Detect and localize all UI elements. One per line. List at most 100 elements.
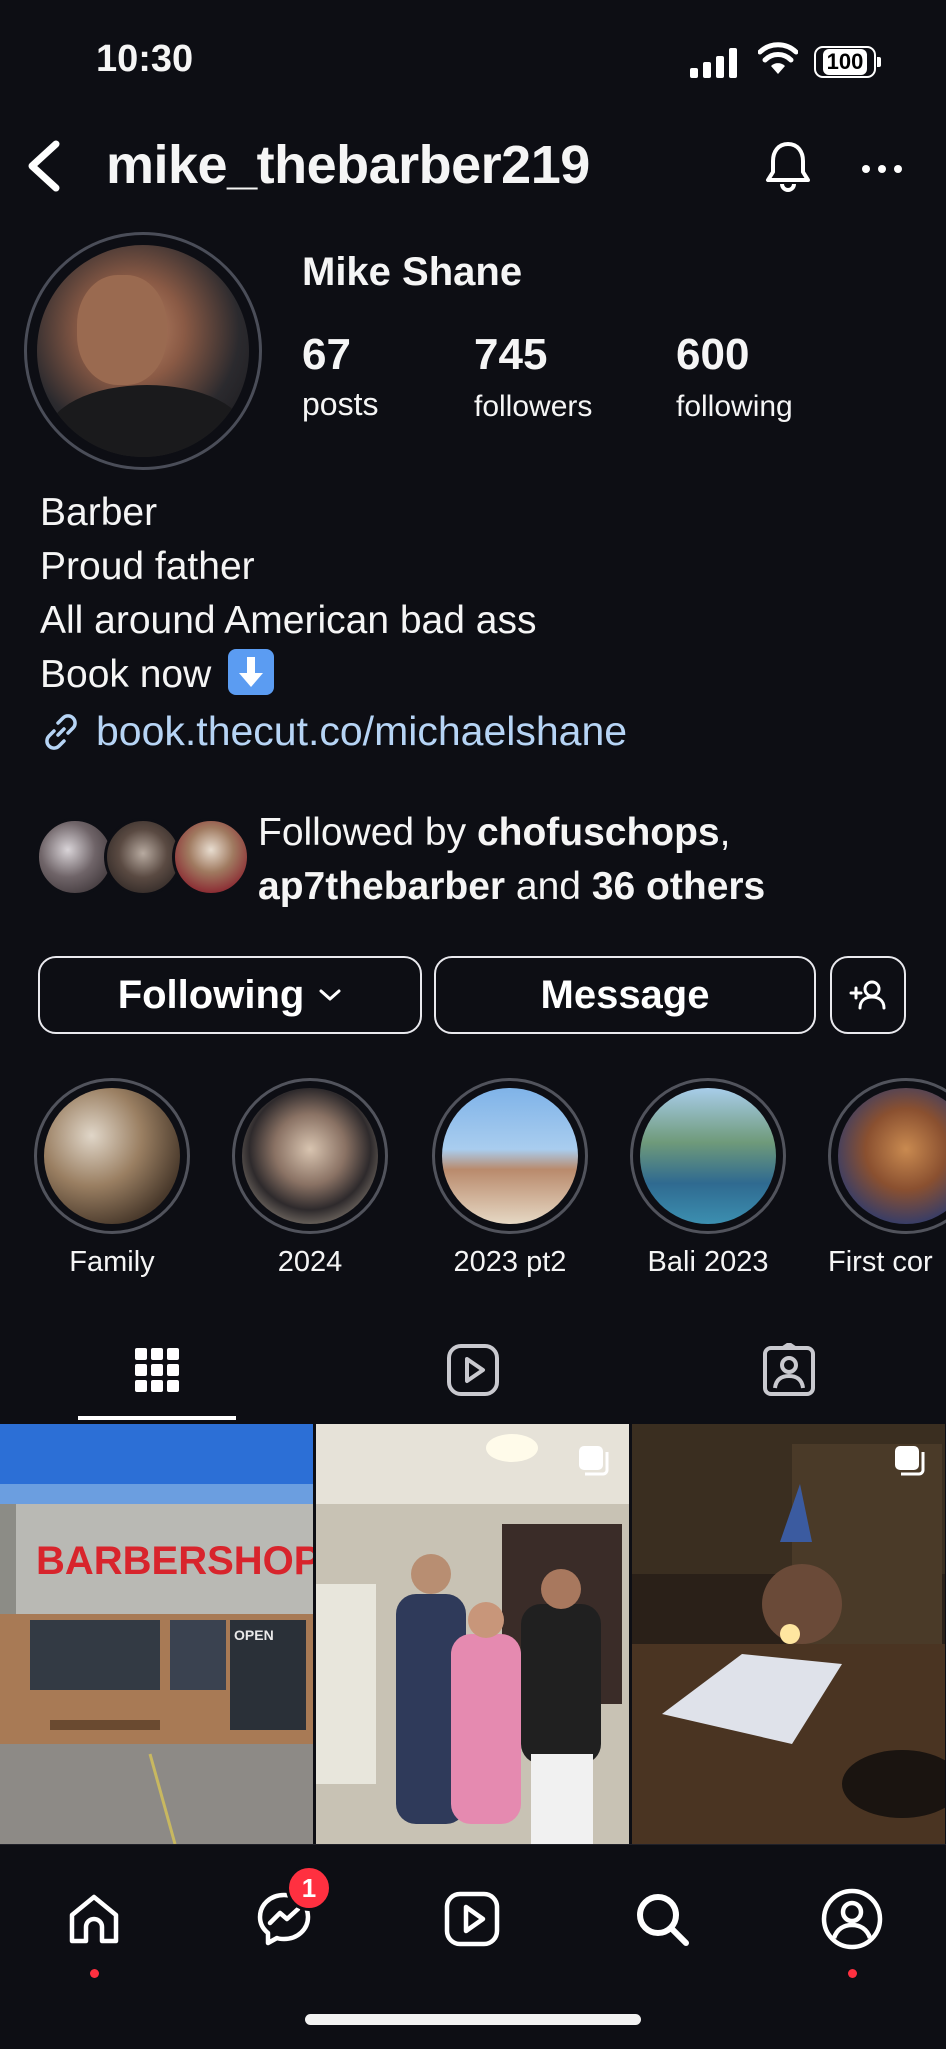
followers-stat[interactable]: 745 followers	[474, 330, 592, 424]
battery-icon: 100	[814, 46, 881, 78]
following-button[interactable]: Following	[38, 956, 422, 1034]
highlight-2023-pt2[interactable]: 2023 pt2	[432, 1078, 588, 1279]
posts-grid: BARBERSHOP OPEN	[0, 1424, 946, 1844]
profile-tabs	[0, 1320, 946, 1424]
post-thumbnail[interactable]: BARBERSHOP OPEN	[0, 1424, 313, 1844]
reels-icon	[447, 1344, 499, 1396]
highlight-label: 2023 pt2	[453, 1246, 567, 1278]
add-user-icon	[849, 980, 886, 1010]
nav-reels[interactable]	[432, 1879, 512, 1959]
followers-count: 745	[474, 330, 548, 379]
posts-stat[interactable]: 67 posts	[302, 330, 378, 423]
profile-bio: Barber Proud father All around American …	[40, 486, 536, 702]
highlight-image	[242, 1088, 378, 1224]
tab-reels[interactable]	[394, 1320, 552, 1420]
tab-posts-grid[interactable]	[78, 1320, 236, 1420]
link-icon	[45, 713, 77, 750]
bio-line: Proud father	[40, 545, 255, 588]
barbershop-photo: BARBERSHOP OPEN	[0, 1424, 313, 1844]
suggested-users-button[interactable]	[830, 956, 906, 1034]
mutual-line-2: ap7thebarber and 36 others	[258, 860, 765, 914]
profile-header: mike_thebarber219	[0, 120, 946, 220]
highlight-ring	[828, 1078, 946, 1234]
profile-notification-dot	[848, 1969, 857, 1978]
highlight-ring	[432, 1078, 588, 1234]
back-arrow-icon[interactable]	[20, 136, 70, 196]
profile-avatar-ring[interactable]	[24, 232, 262, 470]
highlight-label: Family	[69, 1246, 155, 1278]
highlight-ring	[34, 1078, 190, 1234]
bio-line: Barber	[40, 491, 158, 534]
mutual-prefix: Followed by	[258, 811, 477, 854]
birthday-cake-photo	[632, 1424, 945, 1844]
mutual-avatar	[172, 818, 250, 896]
profile-avatar	[37, 245, 249, 457]
message-button-label: Message	[540, 972, 710, 1017]
highlight-2024[interactable]: 2024	[232, 1078, 388, 1279]
post-thumbnail[interactable]	[632, 1424, 945, 1844]
profile-link[interactable]: book.thecut.co/michaelshane	[40, 708, 627, 755]
post-thumbnail[interactable]	[316, 1424, 629, 1844]
followers-label: followers	[474, 390, 593, 423]
home-icon	[69, 1894, 119, 1944]
carousel-icon	[579, 1446, 609, 1476]
highlight-image	[838, 1088, 946, 1224]
nav-search[interactable]	[622, 1879, 702, 1959]
nav-home[interactable]	[54, 1879, 134, 1959]
profile-username: mike_thebarber219	[106, 135, 590, 195]
highlight-image	[44, 1088, 180, 1224]
highlight-image	[640, 1088, 776, 1224]
highlight-bali-2023[interactable]: Bali 2023	[630, 1078, 786, 1279]
chevron-down-icon	[319, 989, 341, 1001]
wifi-icon	[758, 42, 798, 74]
more-options-icon[interactable]	[852, 144, 912, 194]
mutual-and: and	[505, 865, 592, 908]
highlight-ring	[630, 1078, 786, 1234]
mutual-followers-text[interactable]: Followed by chofuschops, ap7thebarber an…	[258, 806, 765, 914]
highlight-label: First cor	[828, 1246, 933, 1278]
home-notification-dot	[90, 1969, 99, 1978]
message-button[interactable]: Message	[434, 956, 816, 1034]
mutual-separator: ,	[719, 811, 731, 854]
highlight-image	[442, 1088, 578, 1224]
mutual-user: chofuschops	[476, 811, 720, 854]
mutual-followers-avatars[interactable]	[36, 818, 250, 900]
posts-count: 67	[302, 330, 351, 379]
nav-profile[interactable]	[812, 1879, 892, 1959]
mutual-others: 36 others	[591, 865, 766, 908]
following-label: following	[676, 390, 793, 423]
highlight-first-cor[interactable]: First cor	[828, 1078, 946, 1279]
active-tab-indicator	[78, 1416, 236, 1420]
family-photo	[316, 1424, 629, 1844]
messages-badge: 1	[286, 1865, 332, 1911]
tab-tagged[interactable]	[710, 1320, 868, 1420]
status-time: 10:30	[96, 38, 194, 80]
highlight-family[interactable]: Family	[34, 1078, 190, 1279]
following-button-label: Following	[117, 972, 305, 1017]
highlight-label: 2024	[277, 1246, 343, 1278]
profile-icon	[821, 1888, 883, 1950]
following-stat[interactable]: 600 following	[676, 330, 793, 424]
mutual-user: ap7thebarber	[258, 865, 506, 908]
battery-level: 100	[822, 49, 868, 75]
mutual-avatar	[36, 818, 114, 896]
posts-label: posts	[302, 386, 379, 422]
mutual-line-1: Followed by chofuschops,	[258, 806, 765, 860]
bio-line: All around American bad ass	[40, 599, 537, 642]
cellular-signal-icon	[690, 46, 737, 78]
open-sign: OPEN	[234, 1627, 274, 1643]
search-icon	[637, 1894, 689, 1946]
notification-bell-icon[interactable]	[758, 136, 818, 196]
down-arrow-emoji-icon	[228, 649, 275, 695]
profile-link-text: book.thecut.co/michaelshane	[96, 708, 628, 754]
highlight-label: Bali 2023	[647, 1246, 769, 1278]
bio-line: Book now	[40, 653, 212, 696]
reels-icon	[444, 1891, 500, 1947]
highlight-ring	[232, 1078, 388, 1234]
status-bar: 10:30 100	[0, 0, 946, 120]
grid-icon	[135, 1348, 179, 1392]
carousel-icon	[895, 1446, 925, 1476]
tagged-person-icon	[763, 1343, 815, 1396]
mutual-avatar	[104, 818, 182, 896]
following-count: 600	[676, 330, 750, 379]
